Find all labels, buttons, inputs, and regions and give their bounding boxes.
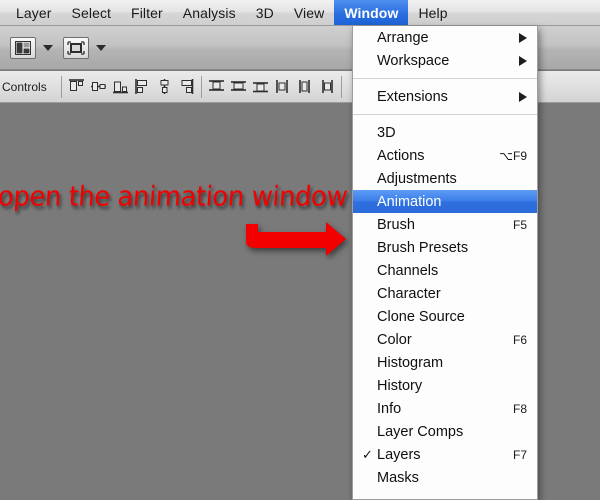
menu-item-adjustments[interactable]: Adjustments bbox=[353, 167, 537, 190]
menu-item-shortcut: F5 bbox=[512, 217, 527, 232]
distribute-top-edges-icon[interactable] bbox=[208, 78, 225, 95]
menu-item-color[interactable]: Color F6 bbox=[353, 328, 537, 351]
distribute-horizontal-centers-icon[interactable] bbox=[296, 78, 313, 95]
menu-item-shortcut: F8 bbox=[512, 401, 527, 416]
menu-item-layer-comps[interactable]: Layer Comps bbox=[353, 420, 537, 443]
distribute-bottom-edges-icon[interactable] bbox=[252, 78, 269, 95]
menu-item-histogram[interactable]: Histogram bbox=[353, 351, 537, 374]
menu-item-layers[interactable]: ✓ Layers F7 bbox=[353, 443, 537, 466]
panel-layout-chevron-down-icon[interactable] bbox=[43, 44, 53, 51]
menubar-item-layer[interactable]: Layer bbox=[6, 0, 62, 25]
menu-item-label: Channels bbox=[377, 262, 439, 279]
panel-bar-label: n Controls bbox=[0, 79, 47, 94]
submenu-arrow-icon bbox=[519, 55, 527, 66]
screen-mode-icon[interactable] bbox=[63, 36, 89, 59]
menu-item-label: Layers bbox=[377, 446, 421, 463]
menu-item-label: 3D bbox=[377, 124, 396, 141]
menu-item-shortcut: F7 bbox=[512, 447, 527, 462]
align-button-group bbox=[68, 78, 195, 95]
menu-item-masks[interactable]: Masks bbox=[353, 466, 537, 489]
menu-item-3d[interactable]: 3D bbox=[353, 121, 537, 144]
menu-item-label: Masks bbox=[377, 469, 419, 486]
submenu-arrow-icon bbox=[519, 32, 527, 43]
divider bbox=[340, 75, 342, 98]
screen-mode-glyph bbox=[67, 40, 85, 55]
application-window: n Controls bbox=[0, 0, 600, 500]
menu-item-arrange[interactable]: Arrange bbox=[353, 26, 537, 49]
menu-item-animation[interactable]: Animation bbox=[353, 190, 537, 213]
align-top-edges-icon[interactable] bbox=[68, 78, 85, 95]
divider bbox=[200, 75, 202, 98]
menu-item-extensions[interactable]: Extensions bbox=[353, 85, 537, 108]
menubar-item-filter[interactable]: Filter bbox=[121, 0, 173, 25]
menu-item-label: Arrange bbox=[377, 29, 429, 46]
screen-mode-chevron-down-icon[interactable] bbox=[96, 44, 106, 51]
distribute-button-group bbox=[208, 78, 335, 95]
submenu-arrow-icon bbox=[519, 91, 527, 102]
panel-layout-icon[interactable] bbox=[10, 36, 36, 59]
divider bbox=[60, 75, 62, 98]
menu-bar: Layer Select Filter Analysis 3D View Win… bbox=[0, 0, 600, 26]
menubar-item-help[interactable]: Help bbox=[408, 0, 457, 25]
menu-item-label: Histogram bbox=[377, 354, 444, 371]
menu-item-workspace[interactable]: Workspace bbox=[353, 49, 537, 72]
menu-item-clone-source[interactable]: Clone Source bbox=[353, 305, 537, 328]
menu-item-label: Actions bbox=[377, 147, 425, 164]
menu-item-label: Clone Source bbox=[377, 308, 465, 325]
menu-item-actions[interactable]: Actions ⌥F9 bbox=[353, 144, 537, 167]
distribute-vertical-centers-icon[interactable] bbox=[230, 78, 247, 95]
menu-item-label: Animation bbox=[377, 193, 442, 210]
menu-item-label: Brush Presets bbox=[377, 239, 469, 256]
menu-item-label: Color bbox=[377, 331, 412, 348]
align-left-edges-icon[interactable] bbox=[134, 78, 151, 95]
menu-item-label: Brush bbox=[377, 216, 415, 233]
menu-item-shortcut: ⌥F9 bbox=[499, 148, 527, 163]
menu-item-label: Info bbox=[377, 400, 402, 417]
menu-item-channels[interactable]: Channels bbox=[353, 259, 537, 282]
menu-item-brush[interactable]: Brush F5 bbox=[353, 213, 537, 236]
distribute-right-edges-icon[interactable] bbox=[318, 78, 335, 95]
menu-separator bbox=[353, 114, 537, 115]
menu-item-label: Extensions bbox=[377, 88, 448, 105]
menu-item-info[interactable]: Info F8 bbox=[353, 397, 537, 420]
menu-item-history[interactable]: History bbox=[353, 374, 537, 397]
window-menu-dropdown[interactable]: Arrange Workspace Extensions 3D Actions ⌥F9 Ad… bbox=[352, 26, 538, 500]
distribute-left-edges-icon[interactable] bbox=[274, 78, 291, 95]
menu-item-label: Character bbox=[377, 285, 441, 302]
menu-item-brush-presets[interactable]: Brush Presets bbox=[353, 236, 537, 259]
check-icon: ✓ bbox=[362, 446, 373, 462]
menubar-item-view[interactable]: View bbox=[284, 0, 335, 25]
align-vertical-centers-icon[interactable] bbox=[90, 78, 107, 95]
menubar-item-3d[interactable]: 3D bbox=[246, 0, 284, 25]
panel-layout-glyph bbox=[15, 40, 31, 55]
menu-item-character[interactable]: Character bbox=[353, 282, 537, 305]
menu-item-label: History bbox=[377, 377, 423, 394]
menu-item-label: Adjustments bbox=[377, 170, 457, 187]
menubar-item-select[interactable]: Select bbox=[62, 0, 122, 25]
align-right-edges-icon[interactable] bbox=[178, 78, 195, 95]
menu-item-shortcut: F6 bbox=[512, 332, 527, 347]
menu-separator bbox=[353, 78, 537, 79]
menubar-item-analysis[interactable]: Analysis bbox=[173, 0, 246, 25]
align-bottom-edges-icon[interactable] bbox=[112, 78, 129, 95]
align-horizontal-centers-icon[interactable] bbox=[156, 78, 173, 95]
menu-item-label: Layer Comps bbox=[377, 423, 464, 440]
menu-item-label: Workspace bbox=[377, 52, 450, 69]
menubar-item-window[interactable]: Window bbox=[334, 0, 409, 25]
